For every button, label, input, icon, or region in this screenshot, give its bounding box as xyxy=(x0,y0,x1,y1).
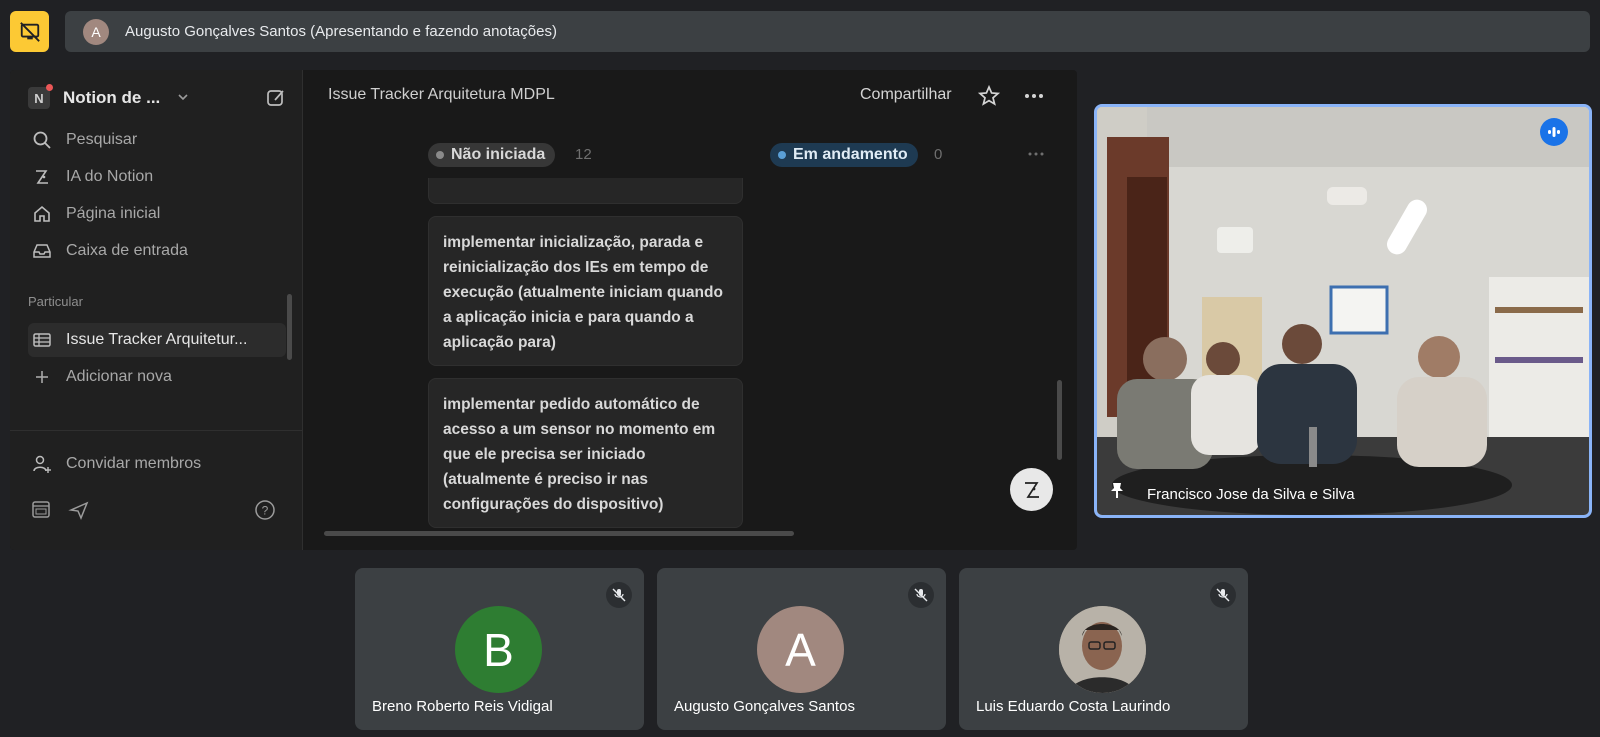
participant-name: Breno Roberto Reis Vidigal xyxy=(372,698,553,715)
new-page-icon[interactable] xyxy=(264,86,288,110)
more-icon[interactable] xyxy=(1022,84,1046,113)
sidebar-item-label: Convidar membros xyxy=(66,455,202,472)
workspace-switcher[interactable]: N Notion de ... xyxy=(28,82,296,114)
participant-name: Augusto Gonçalves Santos xyxy=(674,698,855,715)
sidebar-item-home[interactable]: Página inicial xyxy=(28,197,286,231)
sidebar-item-label: Issue Tracker Arquitetur... xyxy=(66,331,248,348)
add-person-icon xyxy=(30,452,54,476)
sidebar-item-search[interactable]: Pesquisar xyxy=(28,123,286,157)
mic-off-icon xyxy=(606,582,632,608)
notification-dot xyxy=(46,84,53,91)
page-title: Issue Tracker Arquitetura MDPL xyxy=(328,86,555,103)
sidebar-item-label: IA do Notion xyxy=(66,168,154,185)
notion-ai-icon xyxy=(30,165,54,189)
table-icon xyxy=(30,328,54,352)
sidebar-item-label: Caixa de entrada xyxy=(66,242,188,259)
participant-name: Francisco Jose da Silva e Silva xyxy=(1147,486,1355,503)
workspace-name: Notion de ... xyxy=(63,88,161,107)
avatar: B xyxy=(455,606,542,693)
vertical-scrollbar[interactable] xyxy=(1057,380,1062,460)
status-dot xyxy=(436,151,444,159)
shared-screen-notion: N Notion de ... Pesquisar IA do Notion P… xyxy=(10,70,1077,550)
group-label: Não iniciada xyxy=(451,146,546,163)
stop-presenting-button[interactable] xyxy=(10,11,49,52)
sidebar-item-add-new[interactable]: Adicionar nova xyxy=(28,360,286,394)
group-count: 0 xyxy=(934,146,943,163)
status-dot xyxy=(778,151,786,159)
inbox-icon xyxy=(30,239,54,263)
chevron-down-icon xyxy=(176,90,190,107)
presenter-avatar: A xyxy=(83,18,109,45)
help-icon[interactable]: ? xyxy=(254,499,276,526)
pin-icon[interactable] xyxy=(1107,480,1127,505)
participant-tile[interactable]: B Breno Roberto Reis Vidigal xyxy=(355,568,644,730)
notion-ai-button[interactable] xyxy=(1010,468,1053,511)
workspace-logo: N xyxy=(28,84,53,109)
participant-tile[interactable]: A Augusto Gonçalves Santos xyxy=(657,568,946,730)
card-title: implementar inicialização, parada e rein… xyxy=(443,234,723,351)
group-not-started[interactable]: Não iniciada xyxy=(428,143,556,167)
pinned-video-tile[interactable]: Francisco Jose da Silva e Silva xyxy=(1094,104,1592,518)
sidebar-scrollbar[interactable] xyxy=(287,294,292,360)
search-icon xyxy=(30,128,54,152)
notion-sidebar: N Notion de ... Pesquisar IA do Notion P… xyxy=(10,70,303,550)
share-button[interactable]: Compartilhar xyxy=(860,86,952,104)
sidebar-item-label: Pesquisar xyxy=(66,131,138,148)
participant-name: Luis Eduardo Costa Laurindo xyxy=(976,698,1171,715)
sidebar-item-inbox[interactable]: Caixa de entrada xyxy=(28,234,286,268)
svg-text:?: ? xyxy=(262,504,269,518)
group-in-progress[interactable]: Em andamento xyxy=(770,143,918,167)
speaking-indicator-icon xyxy=(1540,118,1568,146)
group-label: Em andamento xyxy=(793,146,908,163)
present-off-icon xyxy=(19,21,40,42)
calendar-icon[interactable] xyxy=(30,498,52,525)
group-more-icon[interactable] xyxy=(1026,144,1046,169)
sidebar-item-label: Página inicial xyxy=(66,205,161,222)
card-title: implementar pedido automático de acesso … xyxy=(443,396,716,513)
presenter-bar: A Augusto Gonçalves Santos (Apresentando… xyxy=(65,11,1590,52)
avatar-photo xyxy=(1059,606,1146,693)
board-card[interactable]: implementar pedido automático de acesso … xyxy=(428,378,743,528)
plus-icon xyxy=(30,365,54,389)
presenter-label: Augusto Gonçalves Santos (Apresentando e… xyxy=(125,23,557,40)
sidebar-item-issue-tracker[interactable]: Issue Tracker Arquitetur... xyxy=(28,323,286,357)
notion-main: Issue Tracker Arquitetura MDPL Compartil… xyxy=(304,70,1077,550)
notion-ai-face-icon xyxy=(1024,481,1039,498)
star-icon[interactable] xyxy=(977,84,1001,113)
mic-off-icon xyxy=(1210,582,1236,608)
sidebar-item-label: Adicionar nova xyxy=(66,368,172,385)
camera-feed-image xyxy=(1097,107,1589,515)
section-label-private: Particular xyxy=(28,294,83,309)
mic-off-icon xyxy=(908,582,934,608)
home-icon xyxy=(30,202,54,226)
sidebar-divider xyxy=(10,430,303,431)
board-card-partial[interactable] xyxy=(428,178,743,204)
participant-tile[interactable]: Luis Eduardo Costa Laurindo xyxy=(959,568,1248,730)
avatar: A xyxy=(757,606,844,693)
horizontal-scrollbar[interactable] xyxy=(324,531,794,536)
send-icon[interactable] xyxy=(68,499,90,526)
sidebar-item-notion-ai[interactable]: IA do Notion xyxy=(28,160,286,194)
invite-members-button[interactable]: Convidar membros xyxy=(28,447,286,481)
group-count: 12 xyxy=(575,146,592,163)
board-card[interactable]: implementar inicialização, parada e rein… xyxy=(428,216,743,366)
